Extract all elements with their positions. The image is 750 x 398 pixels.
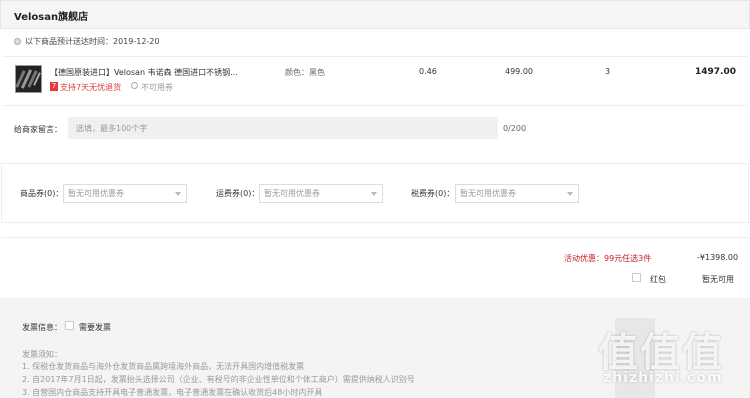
promotion-label[interactable]: 活动优惠：99元任选3件 [564, 253, 651, 264]
invoice-notes-title: 发票须知： [22, 350, 62, 359]
store-name[interactable]: Velosan旗舰店 [14, 8, 88, 23]
invoice-label: 发票信息： [22, 323, 62, 332]
tax-coupon-label: 税费券(0)： [411, 189, 455, 198]
seller-message-input[interactable] [68, 117, 498, 139]
chevron-down-icon [567, 192, 573, 196]
delivery-text: 以下商品预计送达时间：2019-12-20 [25, 37, 160, 46]
need-invoice-label[interactable]: 需要发票 [79, 322, 111, 333]
hongbao-status: 暂无可用 [702, 275, 734, 284]
tax-coupon-select[interactable]: 暂无可用优惠券 [455, 184, 579, 203]
invoice-note: 1. 保税仓发货商品与海外仓发货商品属跨境海外商品，无法开具国内增值税发票 [22, 362, 305, 371]
promotion-amount: -¥1398.00 [697, 253, 739, 262]
shipping-coupon-label: 运费券(0)： [216, 189, 260, 198]
promotion-section [1, 237, 749, 297]
return-policy: 支持7天无忧退货 [60, 83, 122, 92]
coupon-note: 不可用券 [141, 83, 173, 92]
shipping-coupon-select[interactable]: 暂无可用优惠券 [259, 184, 383, 203]
watermark-text: zhizhizhi.com [603, 370, 723, 386]
no-coupon-icon [131, 82, 138, 89]
message-char-count: 0/200 [503, 124, 527, 133]
product-price: 499.00 [505, 67, 533, 76]
product-coupon-select[interactable]: 暂无可用优惠券 [63, 184, 187, 203]
product-weight: 0.46 [419, 67, 437, 76]
product-subtotal: 1497.00 [695, 67, 736, 77]
chevron-down-icon [175, 192, 181, 196]
order-item-row [2, 56, 748, 106]
invoice-note: 2. 自2017年7月1日起，发票抬头选择公司（企业、有税号的非企业性单位和个体… [22, 375, 415, 384]
shipping-coupon-value: 暂无可用优惠券 [264, 189, 320, 198]
tax-coupon-value: 暂无可用优惠券 [460, 189, 516, 198]
product-coupon-value: 暂无可用优惠券 [68, 189, 124, 198]
return-badge-icon: 7 [50, 82, 58, 91]
need-invoice-checkbox[interactable] [65, 321, 74, 330]
clock-icon [14, 38, 21, 45]
hongbao-checkbox[interactable] [632, 273, 641, 282]
product-quantity: 3 [605, 67, 611, 76]
product-coupon-label: 商品券(0)： [20, 189, 64, 198]
product-thumbnail[interactable] [15, 65, 42, 93]
chevron-down-icon [371, 192, 377, 196]
invoice-note: 3. 自营国内仓商品支持开具电子普通发票，电子普通发票在确认收货后48小时内开具 [22, 388, 323, 397]
hongbao-label: 红包 [650, 275, 666, 284]
product-title[interactable]: 【德国原装进口】Velosan 韦诺森 德国进口不锈钢... [50, 67, 250, 78]
delivery-info: 以下商品预计送达时间：2019-12-20 [14, 36, 160, 47]
message-label: 给商家留言： [14, 125, 62, 134]
product-color: 颜色：黑色 [285, 68, 325, 77]
store-header [0, 0, 750, 29]
